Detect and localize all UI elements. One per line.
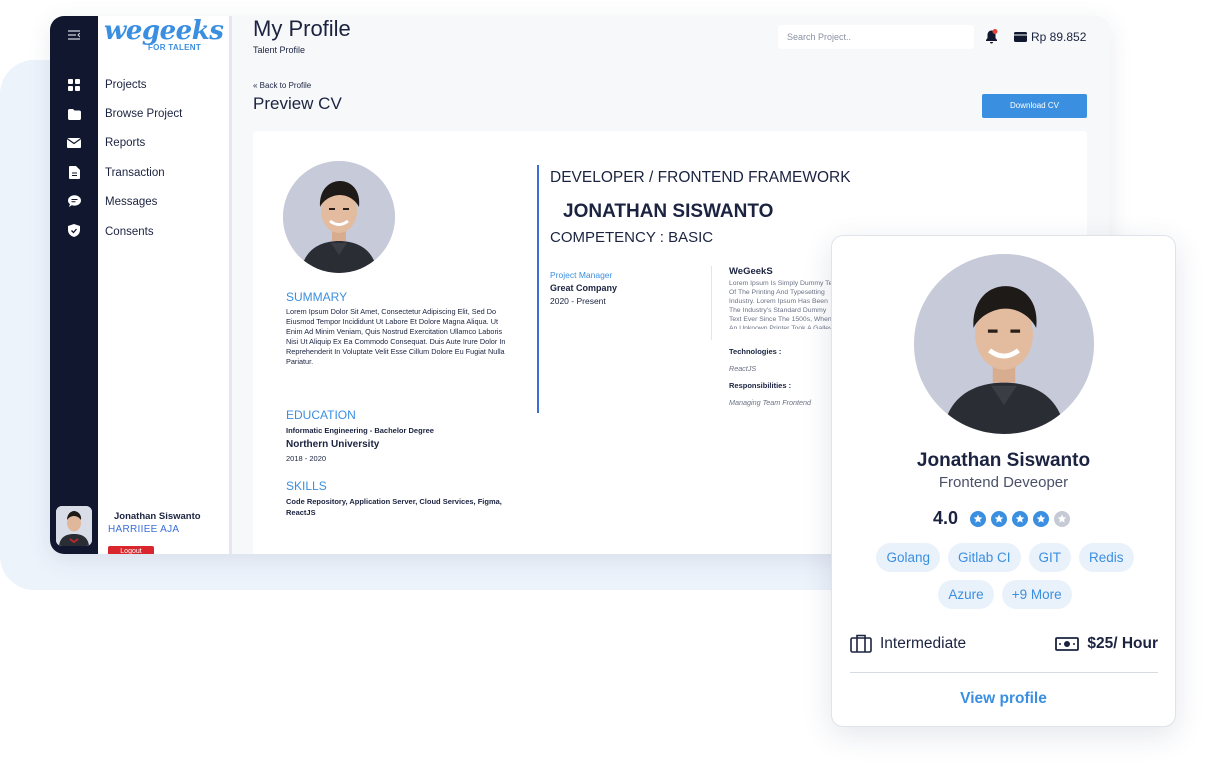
summary-heading: SUMMARY — [286, 290, 348, 304]
more-skills-tag[interactable]: +9 More — [1001, 580, 1072, 609]
experience-level: Intermediate — [850, 634, 966, 653]
star-empty-icon — [1054, 510, 1071, 527]
nav-item-browse-project[interactable]: Browse Project — [105, 108, 182, 120]
briefcase-icon — [850, 634, 872, 653]
nav-item-projects[interactable]: Projects — [105, 79, 147, 91]
page-title: My Profile — [253, 16, 351, 41]
logo-tagline: FOR TALENT — [148, 43, 202, 52]
search-input[interactable]: Search Project.. — [778, 25, 974, 49]
technologies-label: Technologies : — [729, 347, 782, 356]
talent-role: Frontend Deveoper — [938, 474, 1069, 491]
experience-position: Project Manager — [550, 270, 613, 280]
skill-tags: Golang Gitlab CI GIT Redis Azure +9 More — [850, 543, 1160, 609]
collapse-menu-icon[interactable] — [66, 28, 82, 42]
rating-stars — [970, 510, 1071, 527]
experience-company: Great Company — [550, 283, 618, 293]
document-icon[interactable] — [66, 165, 82, 179]
folder-icon[interactable] — [66, 107, 82, 121]
nav-item-reports[interactable]: Reports — [105, 137, 145, 149]
education-degree: Informatic Engineering - Bachelor Degree — [286, 426, 434, 435]
shield-icon[interactable] — [66, 223, 82, 237]
page-subtitle: Talent Profile — [253, 45, 306, 55]
brand-logo[interactable]: wegeeks FOR TALENT — [104, 16, 224, 52]
project-description: Lorem Ipsum Is Simply Dummy Text Of The … — [729, 280, 838, 329]
wallet-balance[interactable]: Rp 89.852 — [1014, 30, 1086, 44]
star-filled-icon — [1012, 510, 1029, 527]
nav-item-consents[interactable]: Consents — [105, 226, 154, 238]
cv-photo — [283, 161, 395, 273]
grid-icon[interactable] — [66, 78, 82, 92]
logo-wordmark: wegeeks — [104, 16, 224, 46]
balance-amount: Rp 89.852 — [1031, 30, 1087, 44]
rating: 4.0 — [933, 508, 1071, 529]
summary-text: Lorem Ipsum Dolor Sit Amet, Consectetur … — [286, 307, 506, 366]
skill-tag[interactable]: Redis — [1079, 543, 1134, 572]
experience-level-label: Intermediate — [880, 634, 967, 652]
talent-name: Jonathan Siswanto — [916, 450, 1091, 471]
talent-photo — [914, 254, 1094, 434]
view-profile-link[interactable]: View profile — [832, 690, 1175, 708]
star-filled-icon — [1033, 510, 1050, 527]
user-avatar[interactable] — [56, 506, 92, 546]
logout-button[interactable]: Logout — [108, 546, 154, 554]
notification-bell-icon[interactable] — [985, 29, 998, 49]
experience-divider — [711, 266, 712, 340]
skills-heading: SKILLS — [286, 479, 327, 493]
project-name: WeGeekS — [729, 266, 773, 277]
technologies-value: ReactJS — [729, 364, 757, 373]
mail-icon[interactable] — [66, 136, 82, 150]
download-cv-button[interactable]: Download CV — [982, 94, 1087, 118]
nav-user-secondary: HARRIIEE AJA — [108, 524, 180, 535]
cv-name: JONATHAN SISWANTO — [563, 201, 774, 222]
star-filled-icon — [991, 510, 1008, 527]
hourly-rate: $25/ Hour — [1055, 635, 1158, 653]
cv-role: DEVELOPER / FRONTEND FRAMEWORK — [550, 169, 851, 186]
nav-item-transaction[interactable]: Transaction — [105, 167, 165, 179]
card-divider — [850, 672, 1158, 673]
skill-tag[interactable]: Golang — [876, 543, 940, 572]
hourly-rate-value: $25/ Hour — [1087, 634, 1158, 652]
cash-icon — [1055, 636, 1080, 651]
responsibilities-value: Managing Team Frontend — [729, 398, 812, 407]
rating-value: 4.0 — [933, 508, 959, 528]
skills-text: Code Repository, Application Server, Clo… — [286, 497, 502, 517]
nav-user-name: Jonathan Siswanto — [114, 511, 201, 522]
navigation-panel: wegeeks FOR TALENT Projects Browse Proje… — [98, 16, 232, 554]
chat-icon[interactable] — [66, 194, 82, 208]
icon-sidebar — [50, 16, 98, 554]
accent-divider — [537, 165, 539, 413]
skill-tag[interactable]: GIT — [1028, 543, 1072, 572]
education-school: Northern University — [286, 439, 380, 450]
talent-meta: Intermediate $25/ Hour — [850, 634, 1158, 653]
experience-period: 2020 - Present — [550, 296, 606, 306]
responsibilities-label: Responsibilities : — [729, 381, 792, 390]
cv-competency: COMPETENCY : BASIC — [550, 229, 714, 246]
section-heading: Preview CV — [253, 94, 342, 113]
skill-tag[interactable]: Gitlab CI — [948, 543, 1021, 572]
education-heading: EDUCATION — [286, 408, 356, 422]
nav-item-messages[interactable]: Messages — [105, 196, 157, 208]
talent-card[interactable]: Jonathan Siswanto Frontend Deveoper 4.0 … — [831, 235, 1176, 727]
skill-tag[interactable]: Azure — [938, 580, 994, 609]
stage: wegeeks FOR TALENT Projects Browse Proje… — [0, 0, 1208, 775]
star-filled-icon — [970, 510, 987, 527]
education-years: 2018 - 2020 — [286, 454, 327, 463]
wallet-icon — [1014, 32, 1027, 42]
back-to-profile-link[interactable]: « Back to Profile — [253, 81, 311, 90]
